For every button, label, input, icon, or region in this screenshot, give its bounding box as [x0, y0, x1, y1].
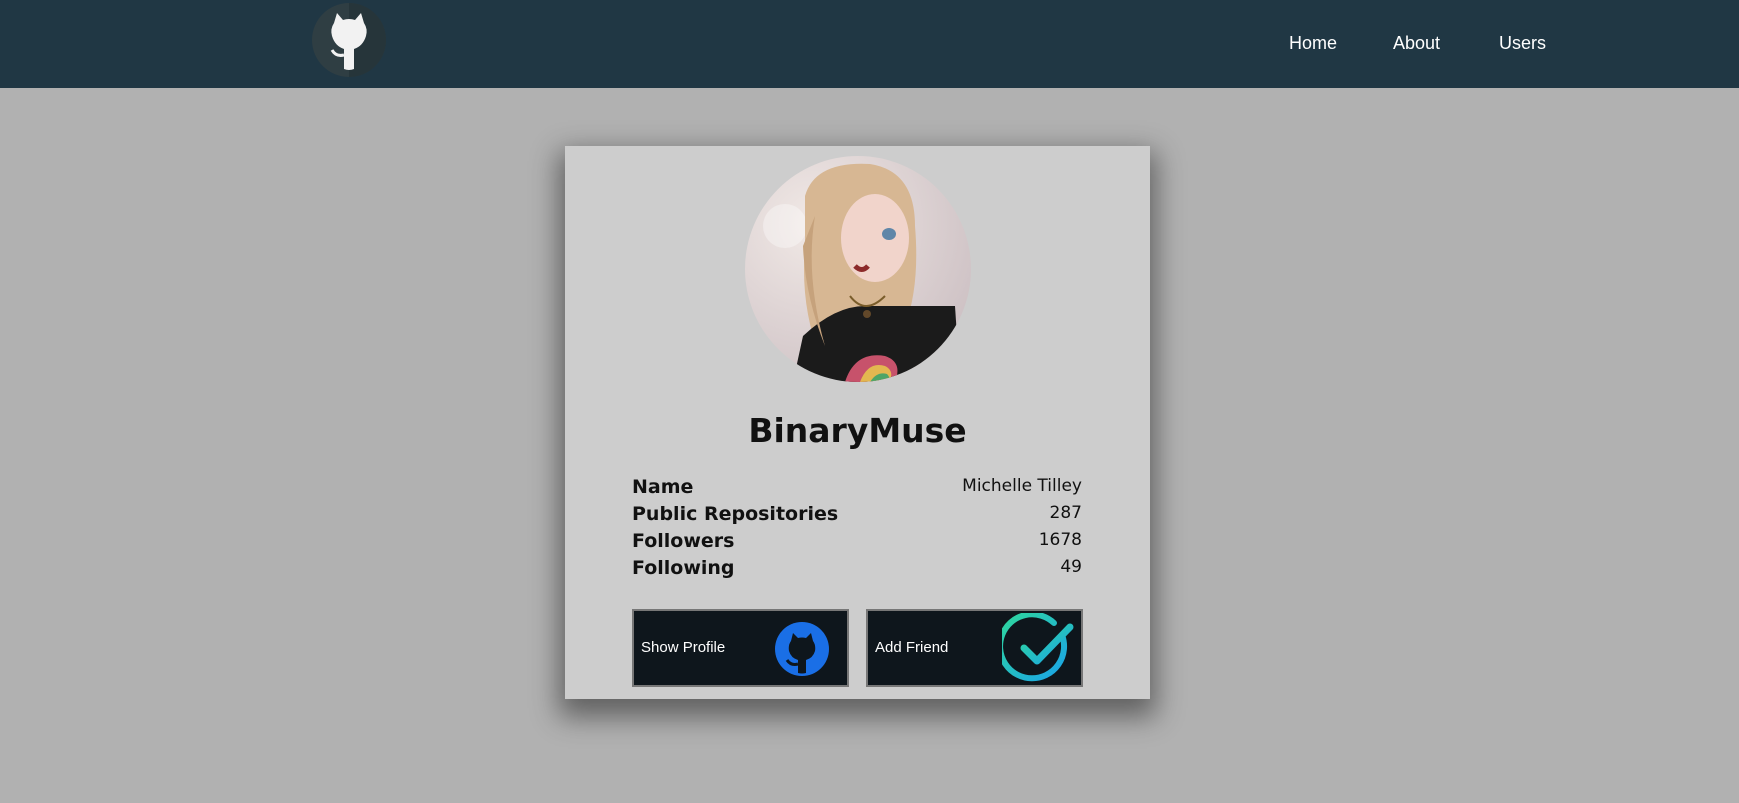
- show-profile-button[interactable]: Show Profile: [632, 609, 849, 687]
- followers-label: Followers: [632, 530, 735, 552]
- name-label: Name: [632, 476, 694, 498]
- github-icon: [774, 621, 830, 681]
- following-value: 49: [1060, 557, 1082, 577]
- add-friend-label: Add Friend: [875, 639, 949, 656]
- public-repos-value: 287: [1049, 503, 1082, 523]
- user-profile-card: BinaryMuse Name Michelle Tilley Public R…: [565, 146, 1150, 699]
- nav-home-link[interactable]: Home: [1289, 33, 1337, 54]
- user-avatar: [745, 156, 971, 382]
- checkmark-circle-icon: [997, 611, 1076, 691]
- profile-username: BinaryMuse: [748, 411, 967, 450]
- show-profile-label: Show Profile: [641, 639, 726, 656]
- followers-value: 1678: [1038, 530, 1082, 550]
- name-value: Michelle Tilley: [962, 476, 1082, 496]
- github-logo-icon[interactable]: [312, 3, 386, 77]
- add-friend-button[interactable]: Add Friend: [866, 609, 1083, 687]
- top-navbar: Home About Users: [0, 0, 1739, 88]
- public-repos-label: Public Repositories: [632, 503, 839, 525]
- nav-users-link[interactable]: Users: [1499, 33, 1546, 54]
- nav-about-link[interactable]: About: [1393, 33, 1440, 54]
- following-label: Following: [632, 557, 735, 579]
